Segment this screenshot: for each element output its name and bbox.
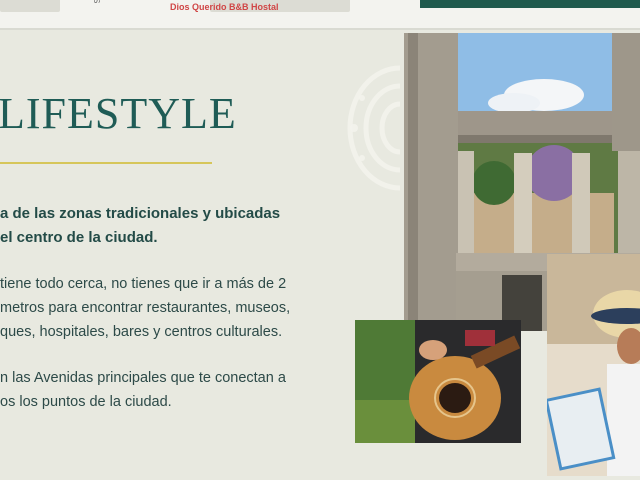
text-line: os los puntos de la ciudad. [0,394,172,410]
text-line: ques, hospitales, bares y centros cultur… [0,324,283,340]
vertical-text: S [92,0,101,4]
intro-paragraph: a de las zonas tradicionales y ubicadas … [0,202,280,250]
woman-photo [547,254,640,476]
thumbnail-tile [0,0,60,12]
green-header-bar [420,0,640,8]
text-line: el centro de la ciudad. [0,229,158,246]
ornament-decoration [347,65,401,191]
text-line: n las Avenidas principales que te conect… [0,370,286,386]
browser-top-strip: S Dios Querido B&B Hostal [0,0,640,30]
text-line: metros para encontrar restaurantes, muse… [0,300,291,316]
divider [0,28,640,30]
page-title: LIFESTYLE [0,89,237,138]
title-underline [0,162,212,164]
map-label[interactable]: Dios Querido B&B Hostal [170,0,279,14]
body-paragraph: tiene todo cerca, no tienes que ir a más… [0,272,290,344]
text-line: tiene todo cerca, no tienes que ir a más… [0,276,287,292]
guitar-photo [355,320,521,443]
body-paragraph: n las Avenidas principales que te conect… [0,366,286,414]
text-line: a de las zonas tradicionales y ubicadas [0,205,281,222]
